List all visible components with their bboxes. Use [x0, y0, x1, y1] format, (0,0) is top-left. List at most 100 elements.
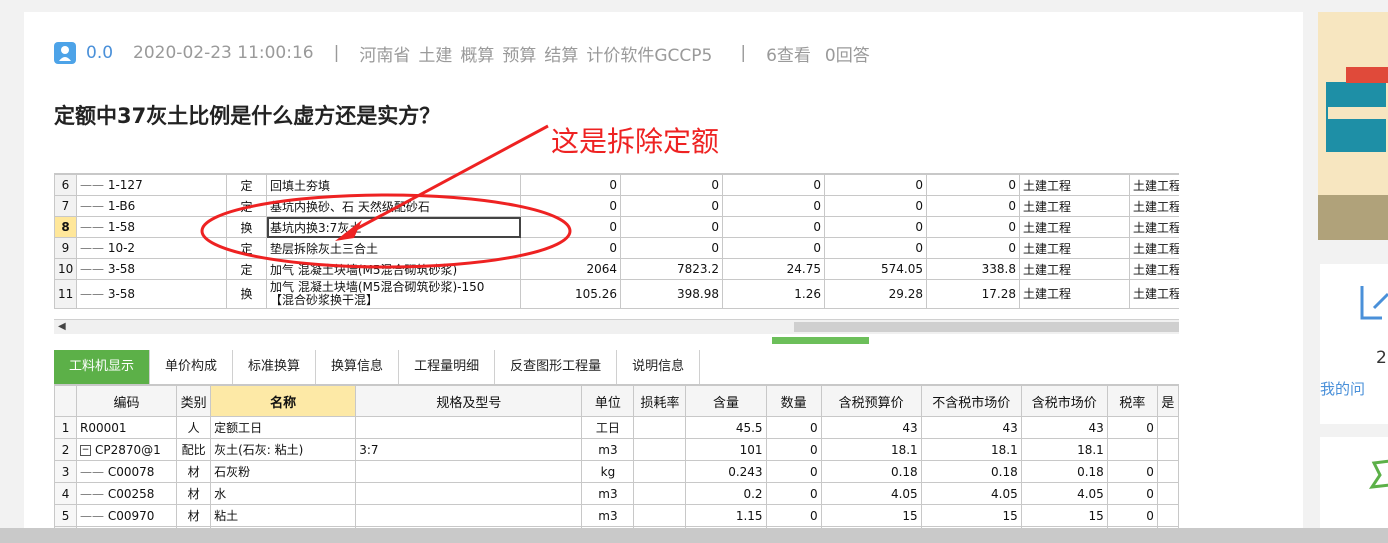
- material-loss[interactable]: [633, 482, 687, 505]
- category-cell[interactable]: 土建工程: [1129, 174, 1179, 196]
- material-name[interactable]: 粘土: [210, 504, 357, 527]
- table-row[interactable]: 6 —— 1-127 定回填土夯填 0 0 0 0 0 土建工程 土建工程: [54, 174, 1179, 196]
- tag-civil[interactable]: 土建: [418, 41, 452, 66]
- column-header[interactable]: 数量: [765, 385, 822, 417]
- category-cell[interactable]: 土建工程: [1019, 195, 1130, 217]
- quota-name[interactable]: 基坑内换砂、石 天然级配砂石: [266, 195, 521, 217]
- my-questions-label[interactable]: 我的问: [1320, 378, 1365, 399]
- column-header[interactable]: 类别: [176, 385, 212, 417]
- row-number[interactable]: 5: [54, 504, 78, 527]
- value-cell[interactable]: 0: [824, 195, 927, 217]
- table-row[interactable]: 4 —— C00258 材水 m3 0.2 0 4.05 4.05 4.05 0: [54, 482, 1179, 505]
- quota-name[interactable]: 回填土夯填: [266, 174, 521, 196]
- row-number[interactable]: 11: [54, 279, 77, 309]
- value-cell[interactable]: 574.05: [824, 258, 927, 280]
- material-spec[interactable]: 3:7: [355, 438, 583, 461]
- material-category[interactable]: 材: [176, 460, 212, 483]
- quota-code-cell[interactable]: —— 1-B6: [76, 195, 227, 217]
- extra-cell[interactable]: [1156, 460, 1179, 483]
- material-unit[interactable]: m3: [581, 482, 635, 505]
- material-spec[interactable]: [355, 482, 583, 505]
- value-cell[interactable]: 338.8: [926, 258, 1020, 280]
- quota-code-cell[interactable]: —— 1-127: [76, 174, 227, 196]
- row-number[interactable]: 2: [54, 438, 78, 461]
- tab-4[interactable]: 工程量明细: [399, 350, 496, 384]
- quota-code-cell[interactable]: —— 3-58: [76, 279, 227, 309]
- material-loss[interactable]: [633, 504, 687, 527]
- tag-software[interactable]: 计价软件GCCP5: [586, 41, 712, 66]
- column-header[interactable]: 税率: [1106, 385, 1158, 417]
- column-header[interactable]: 损耗率: [633, 385, 687, 417]
- value-cell[interactable]: 0: [824, 174, 927, 196]
- horizontal-scrollbar[interactable]: ◀: [54, 319, 1179, 334]
- value-cell[interactable]: 0: [926, 237, 1020, 259]
- material-quantity[interactable]: 0: [765, 460, 822, 483]
- value-cell[interactable]: 0: [520, 195, 621, 217]
- material-unit[interactable]: 工日: [581, 416, 635, 439]
- value-cell[interactable]: 29.28: [824, 279, 927, 309]
- value-cell[interactable]: 0: [926, 216, 1020, 238]
- value-cell[interactable]: 7823.2: [620, 258, 723, 280]
- extra-cell[interactable]: [1156, 416, 1179, 439]
- material-loss[interactable]: [633, 460, 687, 483]
- material-content[interactable]: 0.243: [685, 460, 767, 483]
- value-cell[interactable]: 0: [722, 195, 825, 217]
- splitter-handle[interactable]: [772, 337, 869, 344]
- tab-3[interactable]: 换算信息: [316, 350, 400, 384]
- material-code-cell[interactable]: − CP2870@1: [76, 438, 178, 461]
- value-cell[interactable]: 0: [620, 216, 723, 238]
- user-avatar-icon[interactable]: [54, 42, 76, 64]
- material-loss[interactable]: [633, 416, 687, 439]
- material-quantity[interactable]: 0: [765, 438, 822, 461]
- value-cell[interactable]: 0: [520, 237, 621, 259]
- quota-code-cell[interactable]: —— 10-2: [76, 237, 227, 259]
- tax-rate[interactable]: 0: [1106, 460, 1158, 483]
- market-price-taxed[interactable]: 0.18: [1020, 460, 1108, 483]
- value-cell[interactable]: 0: [520, 216, 621, 238]
- material-code-cell[interactable]: —— C00078: [76, 460, 178, 483]
- table-row[interactable]: 2− CP2870@1 配比 灰土(石灰: 粘土) 3:7 m3 101 0 18.1 18.1 1…: [54, 438, 1179, 461]
- tab-0[interactable]: 工料机显示: [54, 350, 151, 384]
- column-header[interactable]: 不含税市场价: [920, 385, 1022, 417]
- tag-settlement[interactable]: 结算: [544, 41, 578, 66]
- material-spec[interactable]: [355, 460, 583, 483]
- material-name[interactable]: 灰土(石灰: 粘土): [210, 438, 357, 461]
- quota-type[interactable]: 定: [226, 174, 267, 196]
- market-price-taxed[interactable]: 4.05: [1020, 482, 1108, 505]
- market-price-taxed[interactable]: 18.1: [1020, 438, 1108, 461]
- table-row[interactable]: 8 —— 1-58 换基坑内换3:7灰土 0 0 0 0 0 土建工程 土建工程: [54, 216, 1179, 238]
- column-header[interactable]: 规格及型号: [355, 385, 583, 417]
- value-cell[interactable]: 17.28: [926, 279, 1020, 309]
- category-cell[interactable]: 土建工程: [1019, 258, 1130, 280]
- quota-code-cell[interactable]: —— 3-58: [76, 258, 227, 280]
- value-cell[interactable]: 0: [722, 237, 825, 259]
- material-category[interactable]: 人: [176, 416, 212, 439]
- market-price-untaxed[interactable]: 0.18: [920, 460, 1022, 483]
- tab-6[interactable]: 说明信息: [617, 350, 701, 384]
- budget-price-taxed[interactable]: 0.18: [820, 460, 922, 483]
- tag-province[interactable]: 河南省: [359, 41, 410, 66]
- category-cell[interactable]: 土建工程: [1129, 237, 1179, 259]
- material-unit[interactable]: kg: [581, 460, 635, 483]
- market-price-untaxed[interactable]: 18.1: [920, 438, 1022, 461]
- category-cell[interactable]: 土建工程: [1019, 237, 1130, 259]
- value-cell[interactable]: 1.26: [722, 279, 825, 309]
- market-price-taxed[interactable]: 15: [1020, 504, 1108, 527]
- column-header[interactable]: 含税市场价: [1020, 385, 1108, 417]
- quota-type[interactable]: 定: [226, 195, 267, 217]
- budget-price-taxed[interactable]: 18.1: [820, 438, 922, 461]
- category-cell[interactable]: 土建工程: [1019, 216, 1130, 238]
- value-cell[interactable]: 24.75: [722, 258, 825, 280]
- material-quantity[interactable]: 0: [765, 416, 822, 439]
- material-category[interactable]: 材: [176, 482, 212, 505]
- column-header[interactable]: 单位: [581, 385, 635, 417]
- row-number[interactable]: 7: [54, 195, 77, 217]
- material-name[interactable]: 水: [210, 482, 357, 505]
- row-number[interactable]: 8: [54, 216, 77, 238]
- tab-1[interactable]: 单价构成: [150, 350, 234, 384]
- row-number[interactable]: 9: [54, 237, 77, 259]
- scroll-left-icon[interactable]: ◀: [58, 321, 66, 332]
- quota-name[interactable]: 加气 混凝土块墙(M5混合砌筑砂浆): [266, 258, 521, 280]
- category-cell[interactable]: 土建工程: [1129, 195, 1179, 217]
- value-cell[interactable]: 0: [620, 237, 723, 259]
